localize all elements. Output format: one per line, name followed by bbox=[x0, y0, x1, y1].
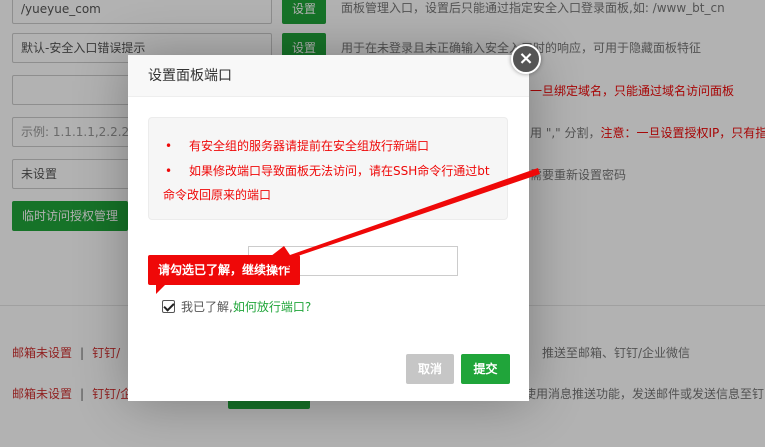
tooltip-tail bbox=[156, 285, 165, 294]
warning-box: • 有安全组的服务器请提前在安全组放行新端口 • 如果修改端口导致面板无法访问，请在… bbox=[148, 117, 508, 220]
acknowledge-row: 我已了解,如何放行端口? bbox=[162, 298, 311, 316]
warning-item: • 有安全组的服务器请提前在安全组放行新端口 bbox=[163, 133, 493, 159]
warning-text: 有安全组的服务器请提前在安全组放行新端口 bbox=[189, 139, 430, 153]
warning-text: 如果修改端口导致面板无法访问，请在SSH命令行通过bt命令改回原来的端口 bbox=[163, 164, 490, 202]
close-icon[interactable]: × bbox=[511, 44, 541, 74]
panel-port-dialog: 设置面板端口 • 有安全组的服务器请提前在安全组放行新端口 • 如果修改端口导致面板… bbox=[128, 55, 529, 401]
acknowledge-checkbox[interactable] bbox=[162, 300, 175, 313]
how-to-open-port-link[interactable]: 如何放行端口? bbox=[233, 300, 311, 314]
submit-button[interactable]: 提交 bbox=[461, 354, 510, 384]
warning-item: • 如果修改端口导致面板无法访问，请在SSH命令行通过bt命令改回原来的端口 bbox=[163, 159, 493, 207]
bullet-icon: • bbox=[165, 164, 173, 178]
cancel-button[interactable]: 取消 bbox=[406, 354, 454, 384]
confirm-tooltip: 请勾选已了解，继续操作 bbox=[148, 255, 300, 285]
dialog-title: 设置面板端口 bbox=[128, 55, 529, 97]
acknowledge-label: 我已了解, bbox=[181, 300, 233, 314]
bullet-icon: • bbox=[165, 139, 173, 153]
